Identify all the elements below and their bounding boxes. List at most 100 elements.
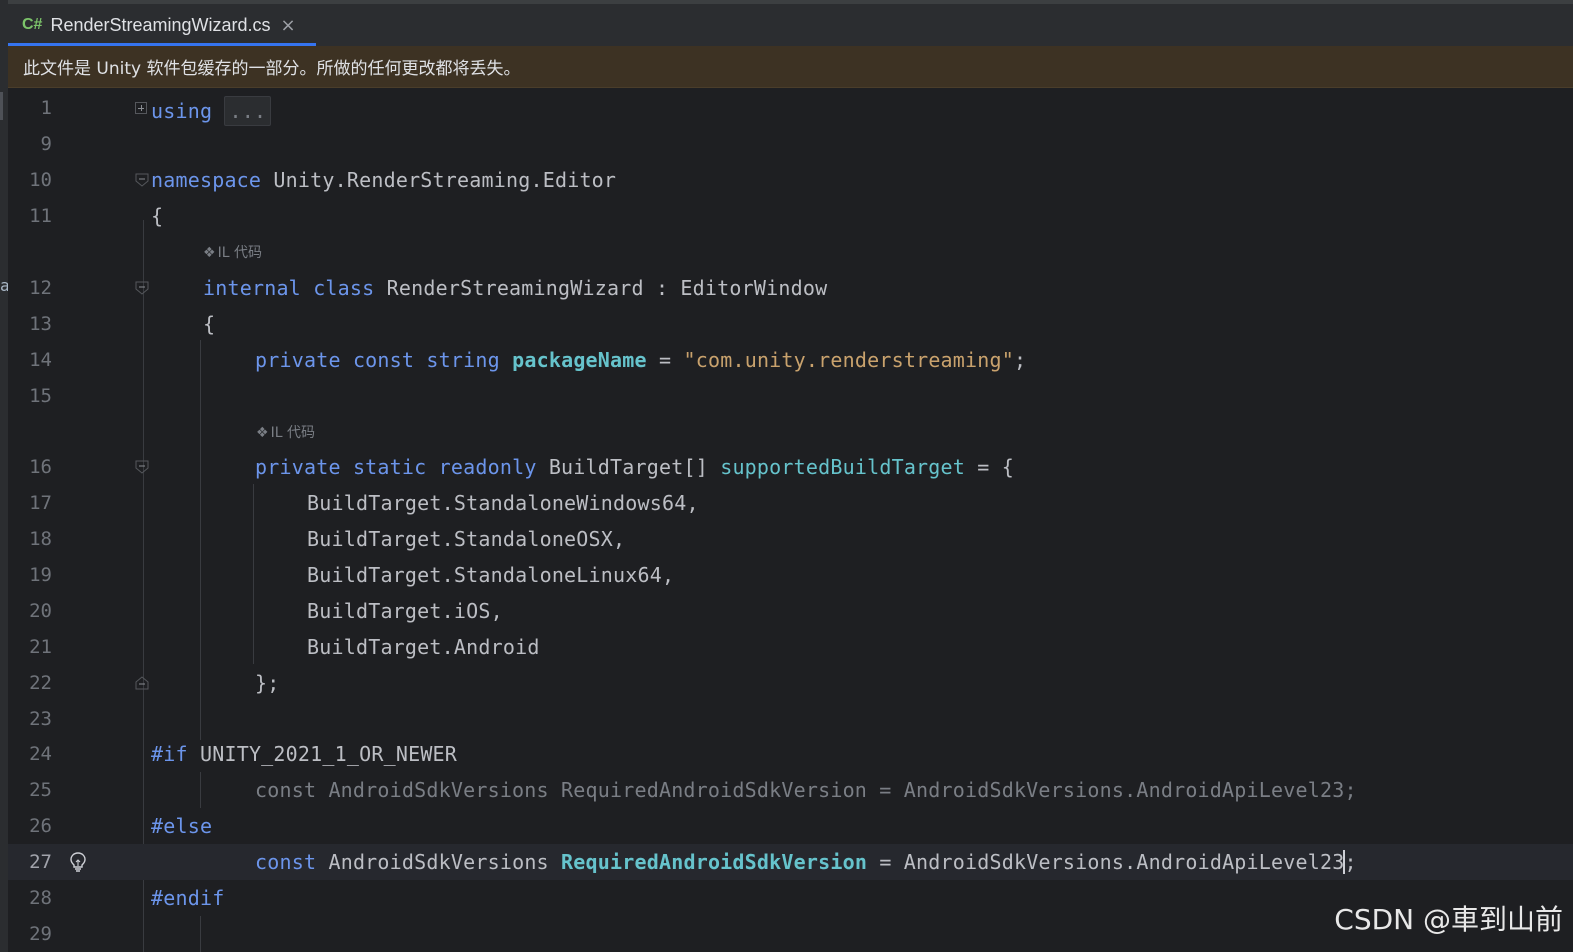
code-line[interactable]: 11 {	[8, 198, 1573, 234]
editor-tab-bar: C# RenderStreamingWizard.cs ×	[8, 0, 1573, 46]
code-text: BuildTarget.StandaloneWindows64,	[307, 491, 699, 515]
code-text: private const string packageName = "com.…	[255, 348, 1026, 372]
line-number: 25	[29, 779, 52, 801]
tab-render-streaming-wizard[interactable]: C# RenderStreamingWizard.cs ×	[8, 4, 306, 46]
il-diamond-icon: ❖	[203, 245, 216, 261]
keyword: internal	[203, 276, 301, 300]
code-text: internal class RenderStreamingWizard : E…	[203, 276, 827, 300]
code-text: {	[203, 312, 216, 336]
code-line[interactable]: 25 const AndroidSdkVersions RequiredAndr…	[8, 772, 1573, 808]
lightbulb-icon[interactable]	[68, 850, 88, 874]
code-line[interactable]: 26 #else	[8, 808, 1573, 844]
il-diamond-icon: ❖	[256, 425, 269, 441]
line-number: 20	[29, 600, 52, 622]
code-line[interactable]: 20 BuildTarget.iOS,	[8, 593, 1573, 629]
code-line[interactable]: 1 using ...	[8, 90, 1573, 126]
code-rest: BuildTarget[]	[536, 455, 721, 479]
code-text: private static readonly BuildTarget[] su…	[255, 455, 1014, 479]
code-text: BuildTarget.StandaloneOSX,	[307, 527, 626, 551]
line-number: 19	[29, 564, 52, 586]
code-line[interactable]: 15	[8, 378, 1573, 414]
line-number: 24	[29, 743, 52, 765]
field-name: supportedBuildTarget	[720, 455, 966, 479]
hint-text: IL 代码	[270, 425, 315, 441]
preprocessor-directive: #if	[151, 742, 188, 766]
line-number: 28	[29, 887, 52, 909]
code-line[interactable]: 18 BuildTarget.StandaloneOSX,	[8, 521, 1573, 557]
banner-text: 此文件是 Unity 软件包缓存的一部分。所做的任何更改都将丢失。	[23, 59, 521, 79]
keyword: namespace	[151, 168, 262, 192]
scroll-marker	[0, 92, 3, 120]
code-text: BuildTarget.Android	[307, 635, 540, 659]
code-rest: ;	[1014, 348, 1027, 372]
code-line[interactable]: 19 BuildTarget.StandaloneLinux64,	[8, 557, 1573, 593]
code-text: };	[255, 671, 280, 695]
current-code-line[interactable]: 27 const AndroidSdkVersions RequiredAndr…	[8, 844, 1573, 880]
line-number: 18	[29, 528, 52, 550]
keyword: static	[352, 455, 427, 479]
line-number: 15	[29, 385, 52, 407]
line-number: 1	[40, 97, 52, 119]
code-rest: Unity.RenderStreaming.Editor	[261, 168, 617, 192]
line-number: 14	[29, 349, 52, 371]
code-editor[interactable]: 1 using ... 9 10 namespace Unity.RenderS…	[8, 88, 1573, 952]
keyword: private	[255, 348, 341, 372]
il-code-hint[interactable]: ❖ IL 代码	[203, 242, 262, 262]
code-line[interactable]: 16 private static readonly BuildTarget[]…	[8, 449, 1573, 485]
code-rest: RenderStreamingWizard : EditorWindow	[374, 276, 828, 300]
package-cache-warning-banner: 此文件是 Unity 软件包缓存的一部分。所做的任何更改都将丢失。	[8, 46, 1573, 88]
code-rest: = AndroidSdkVersions.AndroidApiLevel23	[867, 850, 1345, 874]
keyword: using	[151, 99, 213, 123]
code-text: BuildTarget.iOS,	[307, 599, 503, 623]
code-text: using ...	[151, 96, 272, 126]
csdn-watermark: CSDN @車到山前	[1334, 903, 1563, 936]
csharp-file-icon: C#	[22, 16, 43, 33]
fold-collapse-icon[interactable]	[135, 173, 149, 187]
code-line[interactable]: 14 private const string packageName = "c…	[8, 342, 1573, 378]
code-text: namespace Unity.RenderStreaming.Editor	[151, 168, 616, 192]
keyword: const	[255, 850, 317, 874]
line-number: 13	[29, 313, 52, 335]
code-line[interactable]: 10 namespace Unity.RenderStreaming.Edito…	[8, 162, 1573, 198]
code-line[interactable]: 17 BuildTarget.StandaloneWindows64,	[8, 485, 1573, 521]
code-line[interactable]: 9	[8, 126, 1573, 162]
fold-collapse-icon[interactable]	[135, 460, 149, 474]
code-rest: UNITY_2021_1_OR_NEWER	[187, 742, 458, 766]
string-literal: "com.unity.renderstreaming"	[683, 348, 1015, 372]
code-rest: =	[646, 348, 684, 372]
code-text: #endif	[151, 886, 224, 910]
il-code-hint[interactable]: ❖ IL 代码	[256, 422, 315, 442]
line-number: 26	[29, 815, 52, 837]
code-text: const AndroidSdkVersions RequiredAndroid…	[255, 850, 1357, 874]
line-number: 9	[40, 133, 52, 155]
code-line[interactable]: 13 {	[8, 306, 1573, 342]
code-text: BuildTarget.StandaloneLinux64,	[307, 563, 675, 587]
code-line[interactable]: 23	[8, 701, 1573, 737]
hint-text: IL 代码	[217, 245, 262, 261]
fold-expand-icon[interactable]	[135, 102, 147, 114]
inactive-code-text: const AndroidSdkVersions RequiredAndroid…	[255, 778, 1357, 802]
tab-title: RenderStreamingWizard.cs	[50, 14, 271, 35]
code-line[interactable]: 12 internal class RenderStreamingWizard …	[8, 270, 1573, 306]
line-number: 10	[29, 169, 52, 191]
preprocessor-directive: #else	[151, 814, 213, 838]
line-number: 23	[29, 708, 52, 730]
line-number: 16	[29, 456, 52, 478]
close-icon[interactable]: ×	[281, 15, 296, 36]
fold-end-icon[interactable]	[135, 676, 149, 690]
keyword: const	[352, 348, 415, 372]
code-line[interactable]: 21 BuildTarget.Android	[8, 629, 1573, 665]
collapsed-region[interactable]: ...	[224, 96, 272, 126]
code-line[interactable]: 24 #if UNITY_2021_1_OR_NEWER	[8, 736, 1573, 772]
fold-collapse-icon[interactable]	[135, 281, 149, 295]
code-rest: = {	[965, 455, 1014, 479]
keyword: private	[255, 455, 341, 479]
field-name: RequiredAndroidSdkVersion	[561, 850, 868, 874]
keyword: class	[313, 276, 375, 300]
line-number: 21	[29, 636, 52, 658]
left-tool-strip: a	[0, 0, 10, 952]
line-number: 17	[29, 492, 52, 514]
keyword: string	[426, 348, 500, 372]
line-number: 29	[29, 923, 52, 945]
code-line[interactable]: 22 };	[8, 665, 1573, 701]
